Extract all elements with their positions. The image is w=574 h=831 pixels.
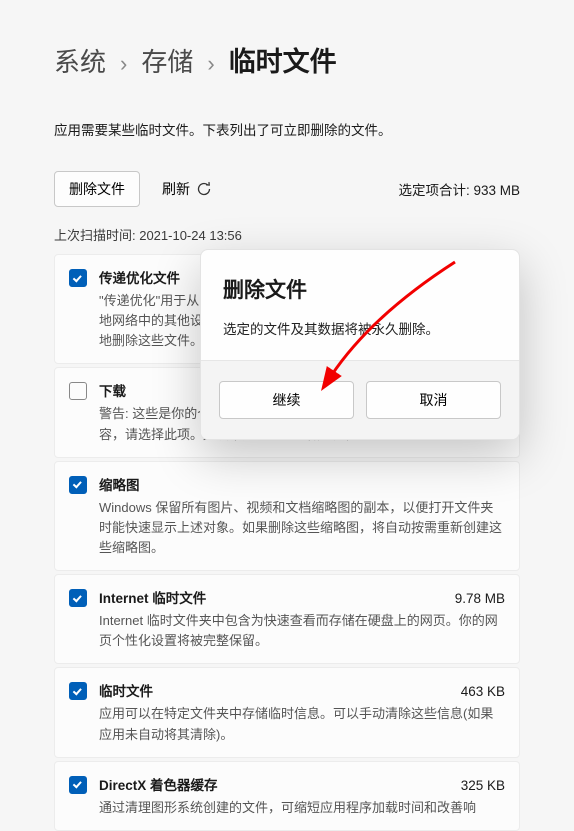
breadcrumb-current: 临时文件 (229, 40, 337, 79)
item-desc: 通过清理图形系统创建的文件，可缩短应用程序加载时间和改善响 (99, 798, 505, 818)
list-item[interactable]: 缩略图 Windows 保留所有图片、视频和文档缩略图的副本，以便打开文件夹时能… (54, 461, 520, 571)
breadcrumb: 系统 › 存储 › 临时文件 (54, 40, 520, 79)
item-title: 缩略图 (99, 474, 140, 494)
checkbox[interactable] (69, 776, 87, 794)
continue-button[interactable]: 继续 (219, 381, 354, 419)
item-desc: 应用可以在特定文件夹中存储临时信息。可以手动清除这些信息(如果应用未自动将其清除… (99, 704, 505, 744)
item-size: 325 KB (461, 778, 505, 793)
selected-total: 选定项合计: 933 MB (398, 179, 520, 199)
chevron-right-icon: › (207, 51, 214, 77)
item-desc: Windows 保留所有图片、视频和文档缩略图的副本，以便打开文件夹时能快速显示… (99, 498, 505, 558)
checkbox[interactable] (69, 382, 87, 400)
breadcrumb-root[interactable]: 系统 (54, 42, 106, 79)
refresh-icon (196, 181, 212, 197)
item-title: Internet 临时文件 (99, 587, 206, 607)
item-title: 传递优化文件 (99, 267, 180, 287)
item-title: 临时文件 (99, 680, 153, 700)
breadcrumb-storage[interactable]: 存储 (141, 42, 193, 79)
refresh-button[interactable]: 刷新 (152, 172, 222, 206)
chevron-right-icon: › (120, 51, 127, 77)
dialog-message: 选定的文件及其数据将被永久删除。 (223, 318, 497, 338)
refresh-label: 刷新 (162, 179, 190, 199)
list-item[interactable]: DirectX 着色器缓存 325 KB 通过清理图形系统创建的文件，可缩短应用… (54, 761, 520, 831)
list-item[interactable]: 临时文件 463 KB 应用可以在特定文件夹中存储临时信息。可以手动清除这些信息… (54, 667, 520, 757)
checkbox[interactable] (69, 476, 87, 494)
checkbox[interactable] (69, 589, 87, 607)
delete-confirm-dialog: 删除文件 选定的文件及其数据将被永久删除。 继续 取消 (200, 249, 520, 440)
checkbox[interactable] (69, 269, 87, 287)
list-item[interactable]: Internet 临时文件 9.78 MB Internet 临时文件夹中包含为… (54, 574, 520, 664)
item-title: 下载 (99, 380, 126, 400)
item-title: DirectX 着色器缓存 (99, 774, 218, 794)
item-desc: Internet 临时文件夹中包含为快速查看而存储在硬盘上的网页。你的网页个性化… (99, 611, 505, 651)
last-scan-time: 上次扫描时间: 2021-10-24 13:56 (54, 225, 520, 244)
delete-files-button[interactable]: 删除文件 (54, 171, 140, 207)
cancel-button[interactable]: 取消 (366, 381, 501, 419)
item-size: 9.78 MB (455, 591, 505, 606)
dialog-title: 删除文件 (223, 274, 497, 304)
page-description: 应用需要某些临时文件。下表列出了可立即删除的文件。 (54, 119, 520, 139)
item-size: 463 KB (461, 684, 505, 699)
